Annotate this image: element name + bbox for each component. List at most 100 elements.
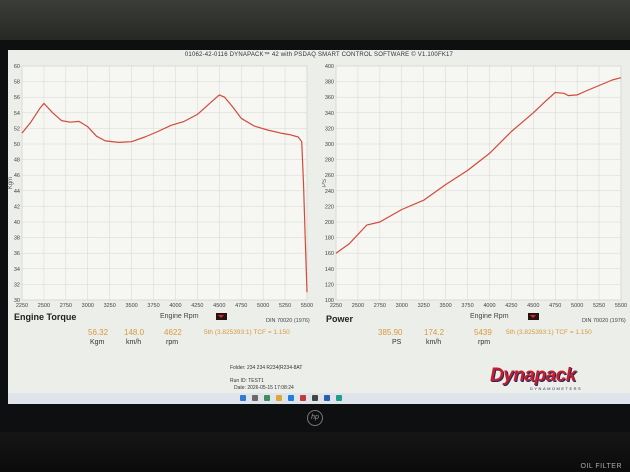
run-id-label: Run ID: TEST1 — [230, 378, 264, 384]
power-ytick-label: 360 — [325, 95, 334, 101]
torque-value-unit: Kgm — [90, 339, 105, 346]
torque-ytick-label: 38 — [14, 236, 20, 242]
torque-rpm: 4622 — [164, 328, 182, 337]
power-trace-swatch[interactable] — [528, 313, 539, 320]
torque-xtick-label: 4000 — [169, 303, 181, 309]
torque-ytick-label: 58 — [14, 80, 20, 86]
torque-plot-area — [21, 65, 308, 301]
torque-value: 56.32 — [88, 328, 109, 337]
power-xtick-label: 5250 — [593, 303, 605, 309]
torque-din: DIN 70020 (1976) — [266, 318, 310, 324]
power-value-unit: PS — [392, 339, 402, 346]
torque-xtick-label: 2500 — [38, 303, 50, 309]
power-xtick-label: 4250 — [505, 303, 517, 309]
torque-ylabel: Kgm — [8, 177, 14, 189]
software-header: 01062-42-0116 DYNAPACK™ 42 with PSDAQ SM… — [184, 52, 454, 58]
power-ytick-label: 340 — [325, 111, 334, 117]
power-ytick-label: 300 — [325, 142, 334, 148]
torque-chart: 60 58 56 54 52 50 48 46 44 42 40 38 36 34 32 30 2250 2500… — [8, 62, 313, 310]
power-ytick-label: 280 — [325, 158, 334, 164]
torque-speed-unit: km/h — [126, 339, 142, 346]
power-plot-area — [335, 65, 622, 301]
power-xtick-label: 4000 — [483, 303, 495, 309]
power-ytick-label: 160 — [325, 251, 334, 257]
power-din: DIN 70020 (1976) — [582, 318, 626, 324]
dynapack-app-icon[interactable] — [300, 395, 306, 401]
power-xtick-label: 3750 — [461, 303, 473, 309]
torque-ytick-label: 60 — [14, 64, 20, 70]
file-explorer-icon[interactable] — [276, 395, 282, 401]
torque-xtick-label: 2750 — [60, 303, 72, 309]
logo-wordmark: Dynapack — [490, 365, 576, 386]
power-xtick-label: 2750 — [374, 303, 386, 309]
torque-xtick-label: 3750 — [147, 303, 159, 309]
torque-xtick-label: 5000 — [257, 303, 269, 309]
power-chart-svg: 400 380 360 340 320 300 280 260 240 220 200 180 160 1… — [322, 64, 627, 309]
power-chart: 400 380 360 340 320 300 280 260 240 220 200 180 160 1… — [322, 62, 627, 310]
power-ytick-label: 320 — [325, 126, 334, 132]
power-ylabel: PS — [322, 179, 328, 187]
power-xtick-label: 3500 — [439, 303, 451, 309]
power-ytick-label: 140 — [325, 267, 334, 273]
torque-xtick-label: 3500 — [125, 303, 137, 309]
power-xtick-label: 3000 — [396, 303, 408, 309]
torque-ytick-label: 46 — [14, 173, 20, 179]
browser-icon[interactable] — [288, 395, 294, 401]
dyno-software-screen: 01062-42-0116 DYNAPACK™ 42 with PSDAQ SM… — [8, 50, 630, 393]
torque-xtick-label: 4500 — [213, 303, 225, 309]
oil-filter-label: OIL FILTER — [580, 463, 622, 470]
torque-ytick-label: 52 — [14, 126, 20, 132]
torque-gear: 5th (3.825393:1) TCF = 1.150 — [204, 329, 290, 336]
torque-xtick-label: 4250 — [191, 303, 203, 309]
power-ytick-label: 240 — [325, 189, 334, 195]
power-xtick-label: 5000 — [571, 303, 583, 309]
power-gear: 5th (3.825393:1) TCF = 1.150 — [506, 329, 592, 336]
search-icon[interactable] — [252, 395, 258, 401]
app-icon[interactable] — [324, 395, 330, 401]
terminal-icon[interactable] — [312, 395, 318, 401]
hp-monitor-logo: hp — [307, 410, 323, 426]
torque-ytick-label: 34 — [14, 267, 20, 273]
power-rpm-label: Engine Rpm — [470, 313, 509, 320]
torque-ytick-label: 48 — [14, 158, 20, 164]
power-xtick-label: 5500 — [615, 303, 627, 309]
readout-panel: Engine Torque Engine Rpm DIN 70020 (1976… — [8, 312, 630, 352]
torque-ytick-label: 54 — [14, 111, 20, 117]
torque-ytick-label: 40 — [14, 220, 20, 226]
power-ytick-label: 260 — [325, 173, 334, 179]
torque-xtick-label: 4750 — [235, 303, 247, 309]
power-ytick-label: 400 — [325, 64, 334, 70]
torque-trace-swatch[interactable] — [216, 313, 227, 320]
power-xtick-label: 2250 — [330, 303, 342, 309]
torque-rpm-unit: rpm — [166, 339, 179, 346]
power-xtick-label: 4500 — [527, 303, 539, 309]
power-ytick-label: 200 — [325, 220, 334, 226]
torque-speed: 148.0 — [124, 328, 145, 337]
torque-xtick-label: 5250 — [279, 303, 291, 309]
power-speed-unit: km/h — [426, 339, 442, 346]
desk-area: OIL FILTER — [0, 432, 630, 472]
task-view-icon[interactable] — [264, 395, 270, 401]
power-xtick-label: 2500 — [352, 303, 364, 309]
dynapack-logo: Dynapack DYNAMOMETERS — [490, 365, 620, 391]
power-ytick-label: 220 — [325, 204, 334, 210]
app-icon-2[interactable] — [336, 395, 342, 401]
torque-ytick-label: 50 — [14, 142, 20, 148]
power-ytick-label: 120 — [325, 282, 334, 288]
torque-ytick-label: 42 — [14, 204, 20, 210]
torque-xtick-label: 2250 — [16, 303, 28, 309]
torque-xtick-label: 3250 — [104, 303, 116, 309]
logo-tagline: DYNAMOMETERS — [530, 386, 583, 391]
date-label: Date: 2026-05-15 17:08:24 — [234, 385, 294, 391]
start-menu-icon[interactable] — [240, 395, 246, 401]
torque-ytick-label: 36 — [14, 251, 20, 257]
torque-xtick-label: 3000 — [82, 303, 94, 309]
torque-xtick-label: 5500 — [301, 303, 313, 309]
torque-ytick-label: 32 — [14, 282, 20, 288]
power-xtick-label: 4750 — [549, 303, 561, 309]
torque-title: Engine Torque — [14, 312, 77, 322]
torque-chart-svg: 605856545250484644424038363432302250 2500… — [8, 64, 313, 309]
torque-rpm-label: Engine Rpm — [160, 313, 199, 320]
power-xtick-label: 3250 — [418, 303, 430, 309]
power-ytick-label: 180 — [325, 236, 334, 242]
